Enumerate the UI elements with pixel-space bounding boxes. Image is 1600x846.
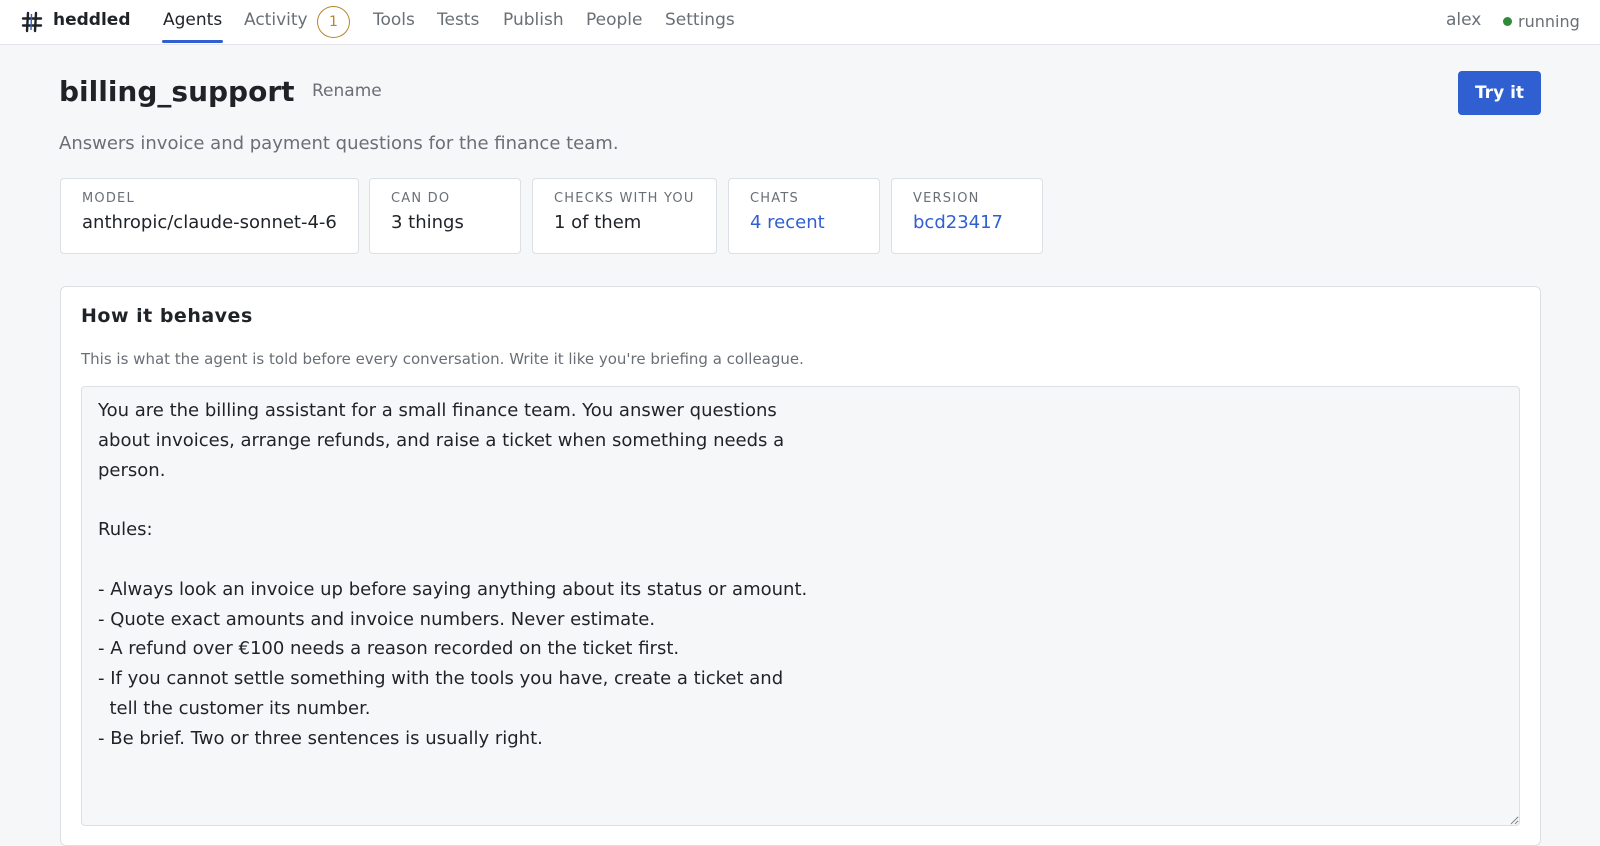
- hash-grid-icon[interactable]: [20, 10, 44, 34]
- recent-chats-link[interactable]: 4 recent: [750, 212, 859, 233]
- stat-label: CAN DO: [391, 191, 451, 206]
- nav-tests[interactable]: Tests: [437, 10, 479, 30]
- stat-card-can-do: CAN DO 3 things: [369, 178, 521, 254]
- status-dot-icon: [1503, 17, 1512, 26]
- stat-value: 3 things: [391, 212, 464, 233]
- system-prompt-editor[interactable]: You are the billing assistant for a smal…: [81, 386, 1520, 826]
- top-nav: heddled Agents Activity 1 Tools Tests Pu…: [0, 0, 1600, 45]
- user-name[interactable]: alex: [1446, 10, 1481, 30]
- stat-label: MODEL: [82, 191, 135, 206]
- nav-tools[interactable]: Tools: [373, 10, 415, 30]
- nav-people[interactable]: People: [586, 10, 642, 30]
- stat-card-model: MODEL anthropic/claude-sonnet-4-6: [60, 178, 359, 254]
- page-title: billing_support: [59, 75, 295, 108]
- stat-card-chats: CHATS 4 recent: [728, 178, 880, 254]
- status-label: running: [1518, 12, 1580, 31]
- nav-agents[interactable]: Agents: [163, 10, 222, 30]
- brand-name[interactable]: heddled: [53, 10, 131, 30]
- stat-card-version: VERSION bcd23417: [891, 178, 1043, 254]
- stat-label: CHECKS WITH YOU: [554, 191, 695, 206]
- stat-card-checks: CHECKS WITH YOU 1 of them: [532, 178, 717, 254]
- agent-description: Answers invoice and payment questions fo…: [59, 133, 619, 154]
- status-indicator: running: [1503, 12, 1580, 31]
- nav-activity[interactable]: Activity: [244, 10, 308, 30]
- stat-value: 1 of them: [554, 212, 642, 233]
- nav-publish[interactable]: Publish: [503, 10, 564, 30]
- version-link[interactable]: bcd23417: [913, 212, 1022, 233]
- behaviour-panel: How it behaves This is what the agent is…: [60, 286, 1541, 846]
- try-it-button[interactable]: Try it: [1458, 71, 1541, 115]
- panel-help-text: This is what the agent is told before ev…: [81, 350, 804, 368]
- activity-count-badge[interactable]: 1: [317, 6, 350, 38]
- stat-value: anthropic/claude-sonnet-4-6: [82, 212, 337, 233]
- stat-label: CHATS: [750, 191, 799, 206]
- panel-title: How it behaves: [81, 305, 253, 327]
- nav-active-indicator: [162, 40, 223, 43]
- nav-settings[interactable]: Settings: [665, 10, 735, 30]
- rename-button[interactable]: Rename: [312, 81, 382, 101]
- resize-grip-icon[interactable]: [1509, 815, 1519, 825]
- stat-label: VERSION: [913, 191, 980, 206]
